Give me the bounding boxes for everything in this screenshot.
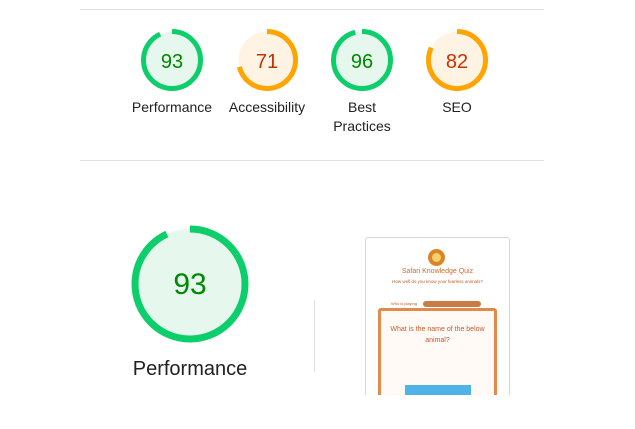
final-screenshot-thumbnail[interactable]: Safari Knowledge Quiz How well do you kn…	[365, 237, 510, 395]
vertical-divider	[314, 300, 315, 372]
gauge-ring-icon: 71	[236, 29, 298, 91]
gauge-score: 93	[161, 51, 183, 73]
gauge-ring-icon: 82	[426, 29, 488, 91]
section-divider	[80, 160, 544, 161]
animal-image	[405, 385, 471, 395]
gauge-label: Accessibility	[228, 99, 306, 115]
performance-label: Performance	[132, 358, 248, 380]
gauge-ring-icon: 96	[331, 29, 393, 91]
performance-gauge: 93 Performance	[120, 224, 260, 381]
performance-score: 93	[173, 268, 206, 301]
gauge-seo[interactable]: 82 SEO	[409, 28, 505, 117]
top-divider	[80, 9, 544, 10]
question-card: What is the name of the below animal?	[378, 308, 497, 395]
gauge-score: 71	[256, 51, 278, 73]
gauge-label: SEO	[442, 99, 472, 115]
question-text: What is the name of the below animal?	[390, 326, 485, 344]
gauge-accessibility[interactable]: 71 Accessibility	[219, 28, 315, 117]
gauge-ring-icon: 93	[141, 29, 203, 91]
quiz-title: Safari Knowledge Quiz	[401, 268, 474, 275]
gauge-label: Performance	[131, 99, 213, 115]
gauge-label: Best Practices	[333, 99, 391, 134]
player-name-field[interactable]	[423, 301, 481, 307]
who-playing-label: Who is playing	[391, 301, 418, 306]
gauge-performance[interactable]: 93 Performance	[124, 28, 220, 117]
quiz-subtitle: How well do you know your fearless anima…	[392, 279, 483, 284]
gauge-score: 82	[446, 51, 468, 73]
gauge-best-practices[interactable]: 96 Best Practices	[314, 28, 410, 136]
gauge-ring-icon: 93	[131, 225, 249, 343]
lion-icon	[428, 249, 445, 266]
gauge-score: 96	[351, 51, 373, 73]
